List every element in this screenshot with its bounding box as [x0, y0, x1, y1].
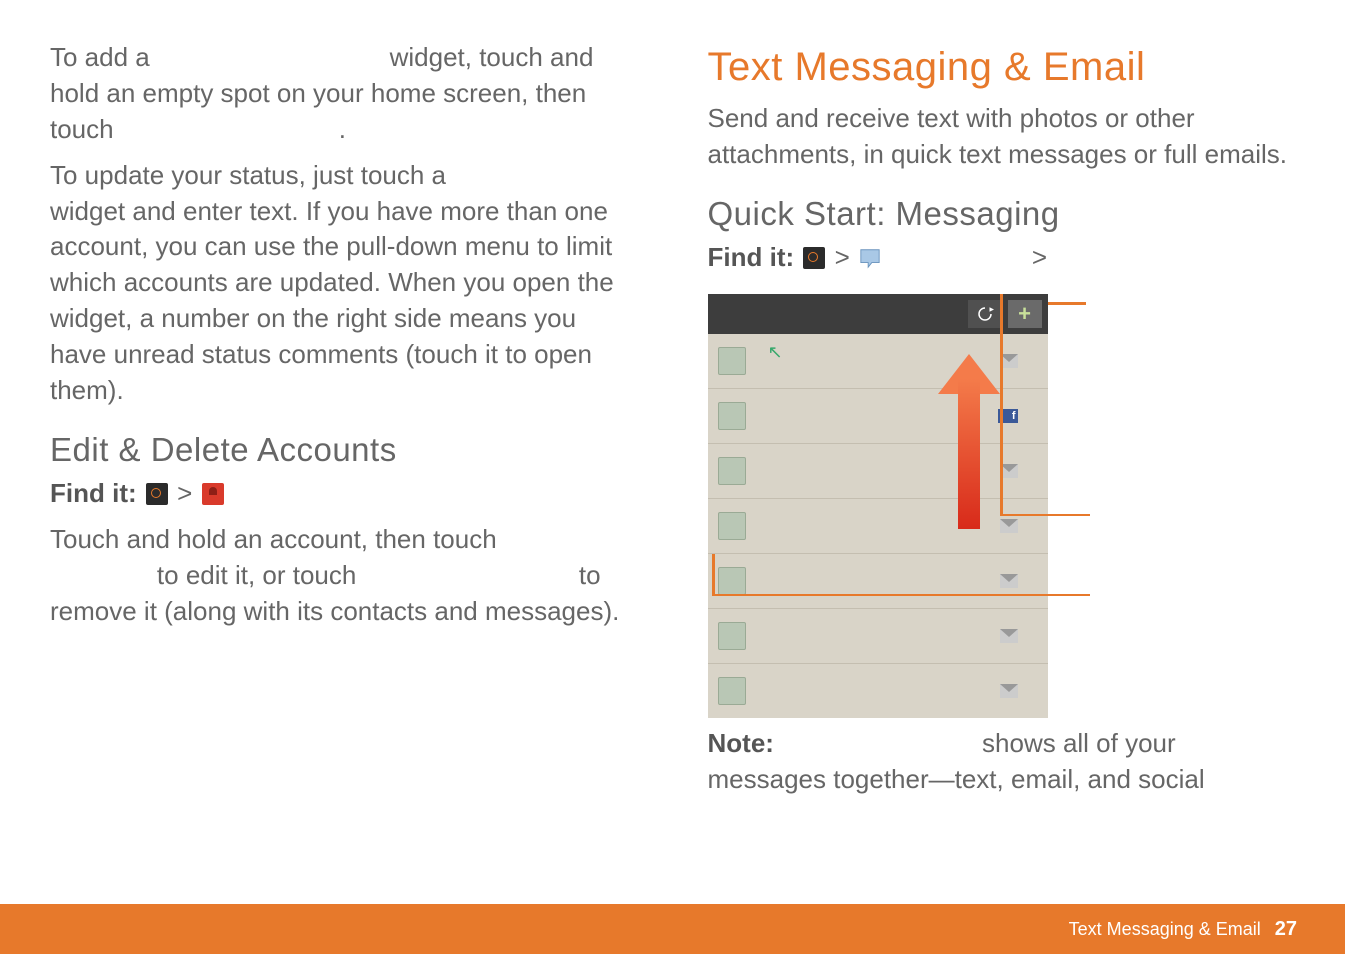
para-add-widget: To add a Social Networking widget, touch… [50, 40, 638, 148]
para-touch-hold: Touch and hold an account, then touch Op… [50, 522, 638, 630]
text: Touch and hold an account, then touch [50, 524, 504, 554]
envelope-icon [1000, 684, 1018, 698]
footer-section: Text Messaging & Email [1069, 919, 1261, 940]
text: widget and enter text. If you have more … [50, 196, 614, 405]
refresh-button[interactable] [968, 300, 1002, 328]
avatar-icon [718, 457, 746, 485]
separator-gt: > [1032, 242, 1047, 272]
remove-account-bold: Remove account [364, 560, 572, 590]
text: . [339, 114, 346, 144]
separator-gt: > [835, 242, 850, 272]
text: to edit it, or touch [150, 560, 364, 590]
callout-line-type [1000, 294, 1003, 514]
motorola-widgets-bold: Motorola Widgets [121, 114, 339, 144]
universal-inbox-label: Universal Inbox [1054, 242, 1248, 272]
find-it-accounts: Find it: > Accounts [50, 476, 638, 512]
avatar-icon [718, 567, 746, 595]
home-icon [803, 247, 825, 269]
heading-edit-delete-accounts: Edit & Delete Accounts [50, 427, 638, 473]
callout-line-compose [1048, 302, 1086, 305]
footer-page-number: 27 [1275, 918, 1297, 941]
messaging-icon [859, 243, 881, 265]
right-column: Text Messaging & Email Send and receive … [708, 40, 1296, 850]
swipe-arrow-icon [938, 359, 998, 509]
social-status-bold: Social Status [453, 160, 616, 190]
avatar-icon [718, 512, 746, 540]
message-list: ↖ f [708, 334, 1048, 718]
left-column: To add a Social Networking widget, touch… [50, 40, 638, 850]
text: To update your status, just touch a [50, 160, 453, 190]
list-item[interactable] [708, 664, 1048, 718]
find-it-label: Find it: [50, 478, 137, 508]
list-item[interactable] [708, 554, 1048, 609]
accounts-icon [202, 483, 224, 505]
envelope-icon [1000, 574, 1018, 588]
plus-icon: + [1018, 303, 1031, 325]
para-note: Note: Universal Inbox shows all of your … [708, 726, 1296, 798]
accounts-label: Accounts [233, 478, 351, 508]
envelope-icon [1000, 519, 1018, 533]
find-it-messaging: Find it: > Messaging > Universal Inbox [708, 240, 1296, 276]
find-it-label: Find it: [708, 242, 795, 272]
phone-titlebar: + [708, 294, 1048, 334]
heading-quick-start-messaging: Quick Start: Messaging [708, 191, 1296, 237]
separator-gt: > [177, 478, 192, 508]
avatar-icon [718, 402, 746, 430]
list-item[interactable] [708, 609, 1048, 664]
compose-button[interactable]: + [1008, 300, 1042, 328]
page-footer: Text Messaging & Email 27 [0, 904, 1345, 954]
social-networking-bold: Social Networking [157, 42, 382, 72]
envelope-icon [1000, 629, 1018, 643]
callout-line-select-h [712, 594, 1090, 596]
avatar-icon [718, 347, 746, 375]
phone-screenshot: + ↖ f [708, 294, 1048, 718]
universal-inbox-bold: Universal Inbox [781, 728, 975, 758]
heading-text-messaging-email: Text Messaging & Email [708, 40, 1296, 95]
avatar-icon [718, 677, 746, 705]
note-label: Note: [708, 728, 774, 758]
text: To add a [50, 42, 157, 72]
para-update-status: To update your status, just touch a Soci… [50, 158, 638, 409]
para-intro: Send and receive text with photos or oth… [708, 101, 1296, 173]
messaging-label: Messaging [890, 242, 1024, 272]
avatar-icon [718, 622, 746, 650]
home-icon [146, 483, 168, 505]
callout-line-select [712, 554, 715, 594]
callout-line-type-h [1000, 514, 1090, 516]
